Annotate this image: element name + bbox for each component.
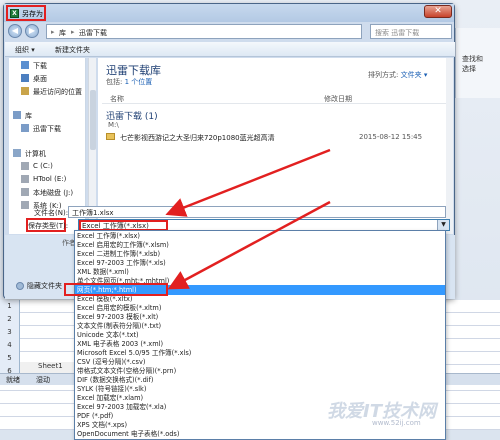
status-ready: 就绪 bbox=[6, 376, 20, 384]
row-number: 2 bbox=[7, 315, 12, 323]
watermark-url: www.52ij.com bbox=[372, 419, 421, 427]
drive-icon bbox=[21, 201, 29, 209]
hide-folders-label: 隐藏文件夹 bbox=[27, 282, 62, 290]
column-header-date[interactable]: 修改日期 bbox=[324, 94, 352, 104]
navigation-bar: ◀ ▶ ▸ 库 ▸ 迅雷下载 搜索 迅雷下载 bbox=[8, 24, 452, 41]
group-path: M:\ bbox=[108, 121, 119, 129]
file-name: 七芒影视西游记之大圣归来720p1080蓝光超高清 bbox=[120, 134, 275, 142]
row-number: 1 bbox=[7, 302, 12, 310]
filename-input[interactable]: 工作簿1.xlsx bbox=[68, 206, 446, 218]
file-date: 2015-08-12 15:45 bbox=[359, 133, 423, 141]
collapse-icon bbox=[16, 282, 24, 290]
hide-folders-button[interactable]: 隐藏文件夹 bbox=[16, 281, 62, 291]
library-icon bbox=[13, 111, 21, 119]
recent-places-icon bbox=[21, 87, 29, 95]
address-bar[interactable]: ▸ 库 ▸ 迅雷下载 bbox=[46, 24, 362, 39]
column-headers: 名称 修改日期 bbox=[102, 92, 448, 104]
scrollbar-thumb[interactable] bbox=[90, 90, 96, 150]
breadcrumb-library[interactable]: 库 bbox=[59, 28, 66, 38]
sidebar-item-label: C (C:) bbox=[33, 162, 53, 170]
chevron-down-icon[interactable]: ▼ bbox=[437, 220, 449, 230]
desktop-icon bbox=[21, 74, 29, 82]
drive-icon bbox=[21, 175, 29, 183]
library-includes-label: 包括: bbox=[106, 78, 125, 86]
sidebar-item-drive-j[interactable]: 本地磁盘 (J:) bbox=[9, 187, 86, 198]
sidebar-item-label: 下载 bbox=[33, 62, 47, 70]
address-separator-icon: ▸ bbox=[51, 28, 55, 36]
column-header-name[interactable]: 名称 bbox=[110, 94, 124, 104]
sidebar-item-label: 计算机 bbox=[25, 150, 46, 158]
sidebar-item-drive-e[interactable]: HTool (E:) bbox=[9, 174, 86, 185]
library-title: 迅雷下载库 bbox=[106, 64, 161, 77]
ribbon-label-find: 查找和 bbox=[462, 55, 483, 63]
sidebar-item-recent[interactable]: 最近访问的位置 bbox=[9, 86, 86, 97]
sidebar-item-label: 最近访问的位置 bbox=[33, 88, 82, 96]
dialog-toolbar: 组织 ▾ 新建文件夹 bbox=[5, 42, 455, 57]
sidebar-item-label: 迅雷下载 bbox=[33, 125, 61, 133]
arrange-by-dropdown[interactable]: 文件夹 ▾ bbox=[401, 71, 428, 79]
sidebar-item-desktop[interactable]: 桌面 bbox=[9, 73, 86, 84]
row-headers: 1 2 3 4 5 6 bbox=[0, 300, 20, 380]
ribbon-find-select[interactable]: 查找和 选择 bbox=[455, 28, 500, 98]
address-separator-icon: ▸ bbox=[71, 28, 75, 36]
list-item[interactable]: 七芒影视西游记之大圣归来720p1080蓝光超高清 2015-08-12 15:… bbox=[102, 132, 448, 144]
row-number: 3 bbox=[7, 328, 12, 336]
library-includes: 包括: 1 个位置 bbox=[106, 77, 152, 87]
dialog-titlebar[interactable]: X 另存为 ✕ bbox=[4, 4, 454, 22]
folder-icon bbox=[106, 133, 115, 140]
sidebar-item-thunder-downloads[interactable]: 迅雷下载 bbox=[9, 123, 86, 134]
arrange-by: 排列方式: 文件夹 ▾ bbox=[368, 70, 427, 80]
back-button[interactable]: ◀ bbox=[8, 24, 22, 38]
organize-button[interactable]: 组织 ▾ bbox=[15, 45, 35, 55]
dropdown-option[interactable]: OpenDocument 电子表格(*.ods) bbox=[75, 429, 445, 439]
sidebar-item-drive-c[interactable]: C (C:) bbox=[9, 161, 86, 172]
close-button[interactable]: ✕ bbox=[424, 5, 452, 18]
sidebar-item-computer[interactable]: 计算机 bbox=[9, 148, 86, 159]
ribbon-label-select: 选择 bbox=[462, 65, 476, 73]
sidebar-item-label: 库 bbox=[25, 112, 32, 120]
computer-icon bbox=[13, 149, 21, 157]
row-number: 4 bbox=[7, 341, 12, 349]
filename-label: 文件名(N): bbox=[34, 209, 69, 217]
drive-icon bbox=[21, 162, 29, 170]
new-folder-button[interactable]: 新建文件夹 bbox=[55, 45, 90, 55]
dialog-title: 另存为 bbox=[22, 10, 43, 18]
arrange-by-label: 排列方式: bbox=[368, 71, 401, 79]
html-option-highlight-box bbox=[64, 283, 168, 296]
forward-button[interactable]: ▶ bbox=[25, 24, 39, 38]
row-number: 5 bbox=[7, 354, 12, 362]
title-highlight-box: X 另存为 bbox=[6, 5, 46, 21]
sidebar-item-label: 本地磁盘 (J:) bbox=[33, 189, 74, 197]
status-mode: 湿动 bbox=[36, 376, 50, 384]
library-folder-icon bbox=[21, 124, 29, 132]
downloads-folder-icon bbox=[21, 61, 29, 69]
sidebar-item-libraries[interactable]: 库 bbox=[9, 110, 86, 121]
save-type-label: 保存类型(T): bbox=[28, 222, 69, 230]
library-locations-link[interactable]: 1 个位置 bbox=[125, 78, 153, 86]
sidebar-item-label: HTool (E:) bbox=[33, 175, 67, 183]
sidebar-item-downloads[interactable]: 下载 bbox=[9, 60, 86, 71]
excel-icon: X bbox=[10, 9, 19, 18]
breadcrumb-thunder-downloads[interactable]: 迅雷下载 bbox=[79, 28, 107, 38]
file-list-scrollbar[interactable] bbox=[446, 58, 453, 234]
drive-icon bbox=[21, 188, 29, 196]
search-input[interactable]: 搜索 迅雷下载 bbox=[370, 24, 452, 39]
sidebar-item-label: 桌面 bbox=[33, 75, 47, 83]
